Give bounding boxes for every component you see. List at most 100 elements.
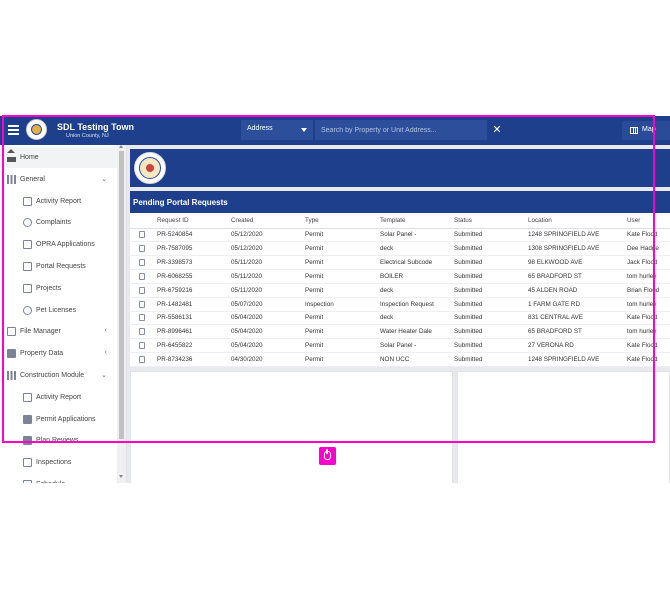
sidebar-item-complaints[interactable]: alert-icon Complaints [0, 212, 117, 233]
table-cell: 831 CENTRAL AVE [525, 311, 624, 326]
sidebar-item-label: OPRA Applications [36, 241, 95, 249]
document-icon[interactable] [139, 245, 145, 253]
menu-icon[interactable] [8, 125, 19, 135]
bank-icon: bank-icon [7, 174, 16, 184]
row-action-cell[interactable] [130, 228, 154, 243]
table-cell: Electrical Subcode [377, 255, 451, 271]
chevron-down-icon: ⌄ [101, 372, 107, 379]
hand-pointer-icon [319, 447, 336, 465]
sidebar-item-label: General [20, 175, 45, 183]
table-row[interactable]: PR-5240854 05/12/2020 Permit Solar Panel -S… [130, 228, 670, 243]
column-header[interactable]: Template [377, 214, 451, 229]
sidebar-item-activity-report[interactable]: chart-icon Activity Report [0, 191, 117, 212]
table-cell: 05/07/2020 [228, 297, 302, 312]
document-icon[interactable] [139, 231, 145, 239]
document-icon[interactable] [139, 342, 145, 350]
pencil-icon: pencil-icon [23, 436, 32, 446]
table-row[interactable]: PR-6455822 05/04/2020 Permit Solar Panel -S… [130, 338, 670, 354]
table-cell: PR-3398573 [154, 255, 228, 271]
table-cell: Kate Flood [624, 338, 670, 354]
scroll-down-arrow-icon[interactable] [119, 475, 123, 478]
table-row[interactable]: PR-6759216 05/11/2020 Permit deck Submitted 4… [130, 283, 670, 298]
sidebar-item-home[interactable]: home-icon Home [0, 147, 117, 168]
empty-card-left [130, 371, 453, 483]
row-action-cell[interactable] [130, 283, 154, 298]
table-cell: deck [377, 283, 451, 298]
sidebar: home-icon Home bank-icon General ⌄ chart-icon… [0, 145, 127, 483]
document-icon[interactable] [139, 300, 145, 308]
table-cell: Permit [302, 352, 377, 367]
document-icon[interactable] [139, 259, 145, 267]
sidebar-item-activity-report[interactable]: chart-icon Activity Report [0, 387, 117, 408]
row-action-cell[interactable] [130, 311, 154, 326]
table-row[interactable]: PR-7587095 05/12/2020 Permit deck Submitted 1… [130, 241, 670, 257]
dashboard-banner [130, 149, 670, 187]
sidebar-item-file-manager[interactable]: folder-icon File Manager ‹ [0, 321, 117, 342]
tree-icon: tree-icon [23, 283, 32, 293]
table-cell: Permit [302, 255, 377, 271]
scroll-up-arrow-icon[interactable] [119, 145, 123, 148]
state-seal-logo [134, 152, 166, 184]
document-icon[interactable] [139, 286, 145, 294]
table-cell: 1248 SPRINGFIELD AVE [525, 228, 624, 243]
row-action-cell[interactable] [130, 297, 154, 312]
town-seal-logo [26, 119, 47, 140]
column-header[interactable]: Request ID [154, 214, 228, 229]
search-type-select[interactable]: Address [241, 120, 313, 140]
column-header[interactable]: Type [302, 214, 377, 229]
table-cell: Kate Flood [624, 228, 670, 243]
sidebar-item-property-data[interactable]: building-icon Property Data ‹ [0, 343, 117, 364]
row-action-cell[interactable] [130, 241, 154, 257]
table-row[interactable]: PR-5586131 05/04/2020 Permit deck Submitted 8… [130, 311, 670, 326]
map-button[interactable]: Map [622, 121, 670, 140]
document-icon[interactable] [139, 355, 145, 363]
sidebar-item-construction-module[interactable]: grid-icon Construction Module ⌄ [0, 365, 117, 386]
table-cell: deck [377, 241, 451, 257]
app-window: SDL Testing Town Union County, NJ Addres… [0, 116, 670, 483]
table-cell: Solar Panel - [377, 228, 451, 243]
column-header[interactable]: User [624, 214, 670, 229]
row-action-cell[interactable] [130, 324, 154, 340]
column-header[interactable]: Location [525, 214, 624, 229]
column-header[interactable]: Status [451, 214, 525, 229]
sidebar-item-plan-reviews[interactable]: pencil-icon Plan Reviews [0, 430, 117, 451]
table-cell: Submitted [451, 352, 525, 367]
table-cell: 05/11/2020 [228, 283, 302, 298]
sidebar-item-projects[interactable]: tree-icon Projects [0, 278, 117, 299]
row-action-cell[interactable] [130, 269, 154, 284]
table-header-row: Request ID Created Type Template Status Locat… [130, 214, 670, 229]
home-icon: home-icon [7, 149, 16, 162]
table-row[interactable]: PR-8996461 05/04/2020 Permit Water Heater D… [130, 324, 670, 340]
document-icon[interactable] [139, 328, 145, 336]
document-icon[interactable] [139, 272, 145, 280]
document-icon[interactable] [139, 314, 145, 322]
close-icon[interactable]: ✕ [490, 122, 504, 138]
sidebar-scrollbar[interactable] [117, 145, 126, 483]
sidebar-item-general[interactable]: bank-icon General ⌄ [0, 169, 117, 190]
row-action-cell[interactable] [130, 338, 154, 354]
table-row[interactable]: PR-8734236 04/30/2020 Permit NON UCC Submitt… [130, 352, 670, 367]
paw-icon: paw-icon [23, 305, 32, 315]
table-cell: PR-7587095 [154, 241, 228, 257]
table-row[interactable]: PR-3398573 05/11/2020 Permit Electrical Sub… [130, 255, 670, 271]
table-row[interactable]: PR-1482481 05/07/2020 Inspection Inspection… [130, 297, 670, 312]
caret-down-icon [301, 128, 307, 132]
row-action-cell[interactable] [130, 352, 154, 367]
sidebar-item-pet-licenses[interactable]: paw-icon Pet Licenses [0, 300, 117, 321]
column-header[interactable]: Created [228, 214, 302, 229]
address-search-input[interactable] [315, 120, 487, 140]
sidebar-item-opra-applications[interactable]: folder-icon OPRA Applications [0, 234, 117, 255]
column-header[interactable] [130, 214, 154, 229]
row-action-cell[interactable] [130, 255, 154, 271]
table-cell: Solar Panel - [377, 338, 451, 354]
table-body: PR-5240854 05/12/2020 Permit Solar Panel -S… [130, 228, 670, 367]
scrollbar-thumb[interactable] [119, 151, 124, 439]
sidebar-item-portal-requests[interactable]: inbox-icon Portal Requests [0, 256, 117, 277]
chevron-left-icon: ‹ [104, 327, 107, 335]
sidebar-item-permit-applications[interactable]: checkbox-icon Permit Applications [0, 409, 117, 430]
sidebar-item-inspections[interactable]: phone-icon Inspections [0, 452, 117, 473]
panel-title: Pending Portal Requests [130, 191, 670, 213]
sidebar-item-schedule[interactable]: calendar-icon Schedule [0, 474, 117, 483]
table-row[interactable]: PR-6068255 05/11/2020 Permit BOILER Submitte… [130, 269, 670, 284]
table-cell: 05/04/2020 [228, 311, 302, 326]
